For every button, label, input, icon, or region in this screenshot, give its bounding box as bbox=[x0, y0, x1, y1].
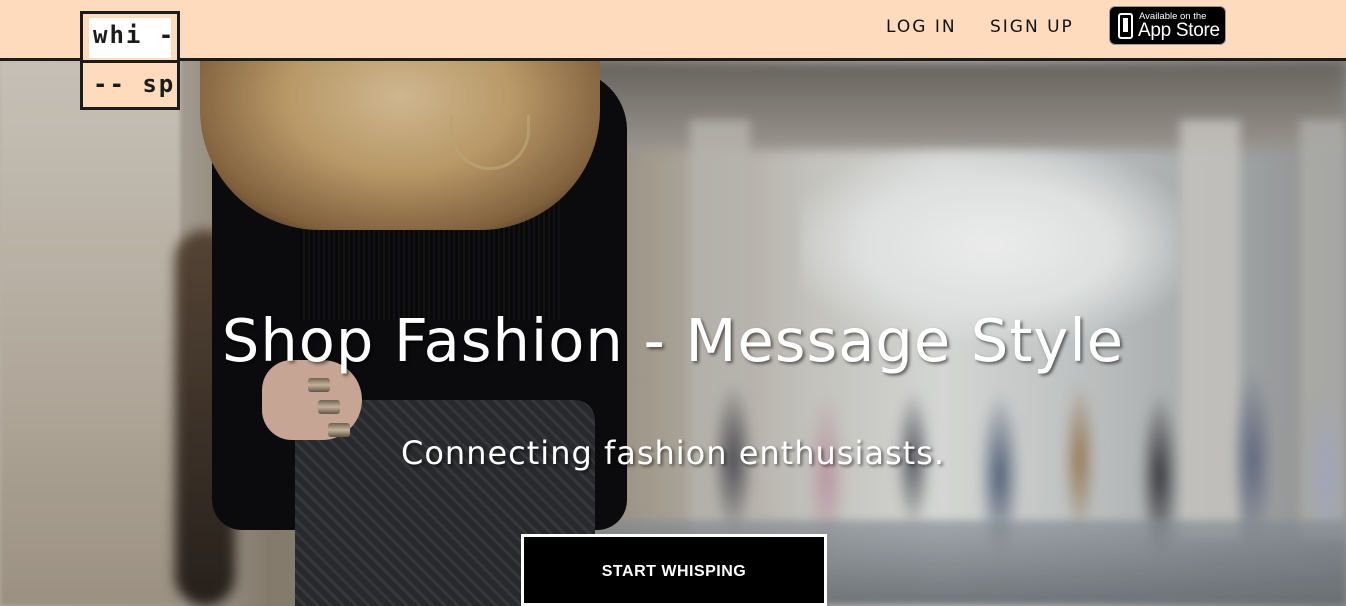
hero-headline: Shop Fashion - Message Style bbox=[221, 306, 1125, 375]
login-link[interactable]: LOG IN bbox=[886, 17, 957, 37]
hero-background-photo bbox=[0, 0, 1346, 606]
logo-line-1: whi - bbox=[93, 21, 176, 49]
logo-divider bbox=[83, 60, 177, 63]
hero-subheadline: Connecting fashion enthusiasts. bbox=[400, 434, 946, 472]
cta-label: START WHISPING bbox=[601, 563, 747, 580]
signup-link[interactable]: SIGN UP bbox=[990, 17, 1074, 37]
app-store-big-text: App Store bbox=[1138, 20, 1220, 41]
top-nav-bar: LOG IN SIGN UP Available on the App Stor… bbox=[0, 0, 1346, 61]
apple-phone-icon bbox=[1118, 13, 1133, 39]
hero-overlay bbox=[0, 0, 1346, 606]
whisp-logo[interactable]: whi - -- sp bbox=[80, 11, 180, 110]
start-whisping-button[interactable]: START WHISPING bbox=[521, 534, 827, 606]
app-store-badge[interactable]: Available on the App Store bbox=[1109, 6, 1226, 45]
logo-line-2: -- sp bbox=[93, 70, 176, 98]
